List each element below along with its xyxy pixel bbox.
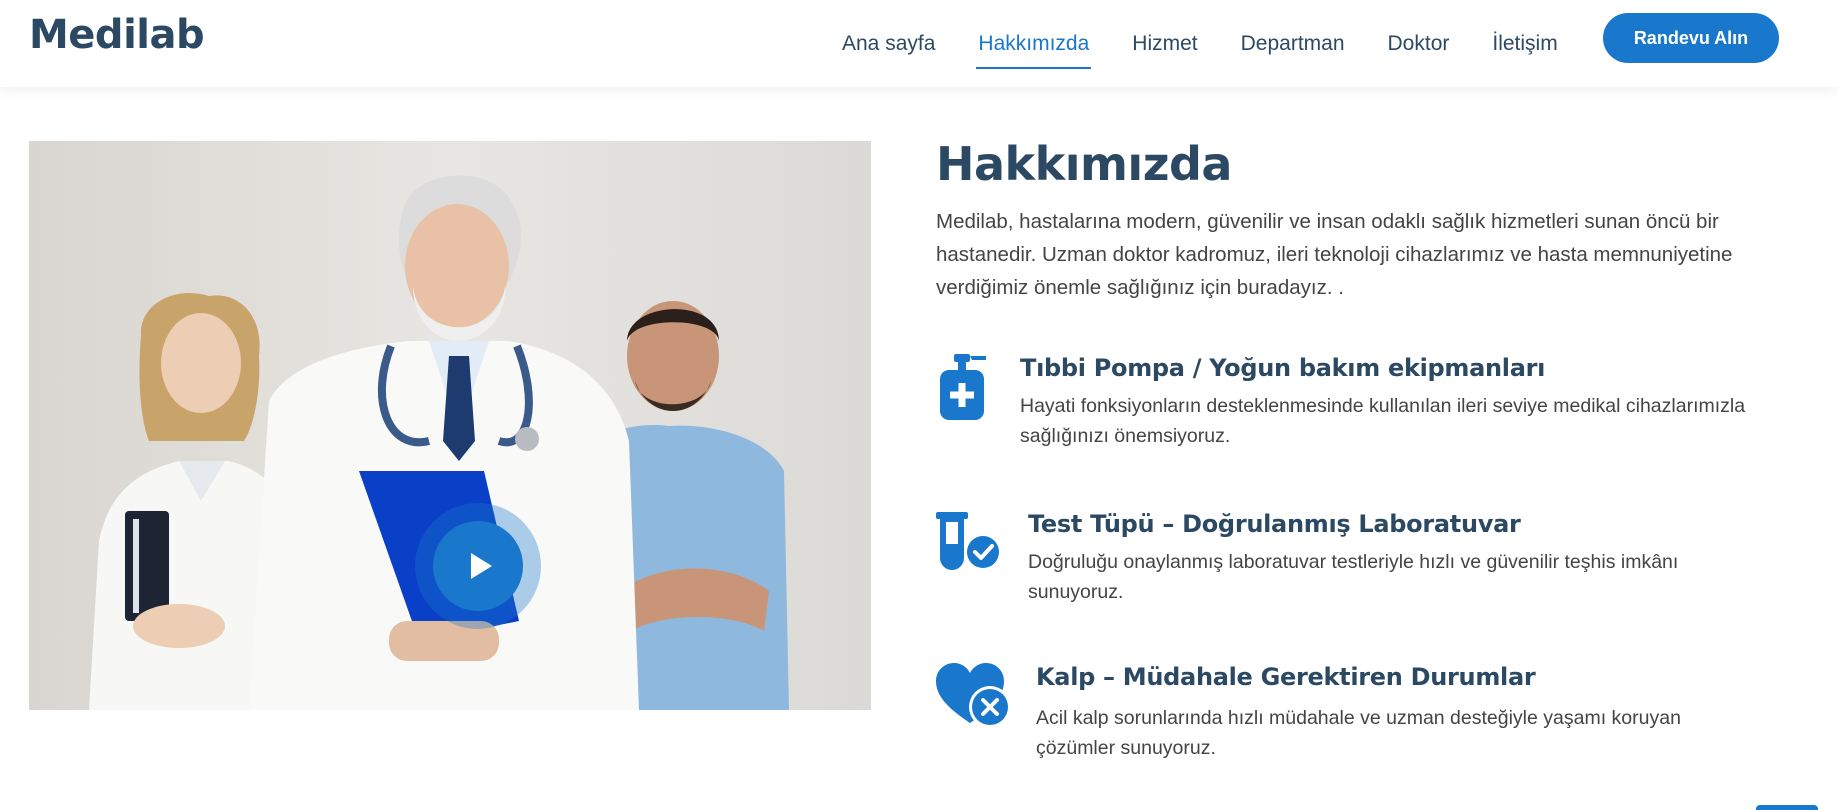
- feature-title: Tıbbi Pompa / Yoğun bakım ekipmanları: [1020, 354, 1546, 382]
- feature-title: Kalp – Müdahale Gerektiren Durumlar: [1036, 663, 1536, 691]
- play-button[interactable]: [433, 521, 523, 611]
- play-icon: [470, 553, 492, 579]
- about-video-thumbnail: [29, 141, 871, 710]
- appointment-button[interactable]: Randevu Alın: [1603, 13, 1779, 63]
- nav-item-ana-sayfa[interactable]: Ana sayfa: [842, 32, 935, 56]
- feature-text: Doğruluğu onaylanmış laboratuvar testler…: [1028, 551, 1679, 603]
- nav-item-departman[interactable]: Departman: [1241, 32, 1345, 56]
- video-play-control: [415, 503, 541, 629]
- nav-item-hakkimizda[interactable]: Hakkımızda: [976, 32, 1092, 69]
- main-nav: Ana sayfa Hakkımızda Hizmet Departman Do…: [842, 0, 1601, 87]
- site-header: Medilab Ana sayfa Hakkımızda Hizmet Depa…: [0, 0, 1838, 87]
- site-logo[interactable]: Medilab: [29, 12, 205, 58]
- heart-x-icon: [936, 663, 1012, 734]
- back-to-top-button[interactable]: [1756, 805, 1818, 810]
- feature-text: Acil kalp sorunlarında hızlı müdahale ve…: [1036, 707, 1681, 759]
- nav-item-iletisim[interactable]: İletişim: [1492, 32, 1557, 56]
- about-description: Medilab, hastalarına modern, güvenilir v…: [936, 210, 1733, 299]
- feature-text: Hayati fonksiyonların desteklenmesinde k…: [1020, 395, 1746, 447]
- about-title: Hakkımızda: [936, 137, 1232, 191]
- nav-item-hizmet[interactable]: Hizmet: [1132, 32, 1197, 56]
- pump-bottle-icon: [936, 350, 992, 427]
- feature-title: Test Tüpü – Doğrulanmış Laboratuvar: [1028, 510, 1521, 538]
- nav-item-doktor[interactable]: Doktor: [1388, 32, 1450, 56]
- test-tube-check-icon: [936, 510, 1006, 579]
